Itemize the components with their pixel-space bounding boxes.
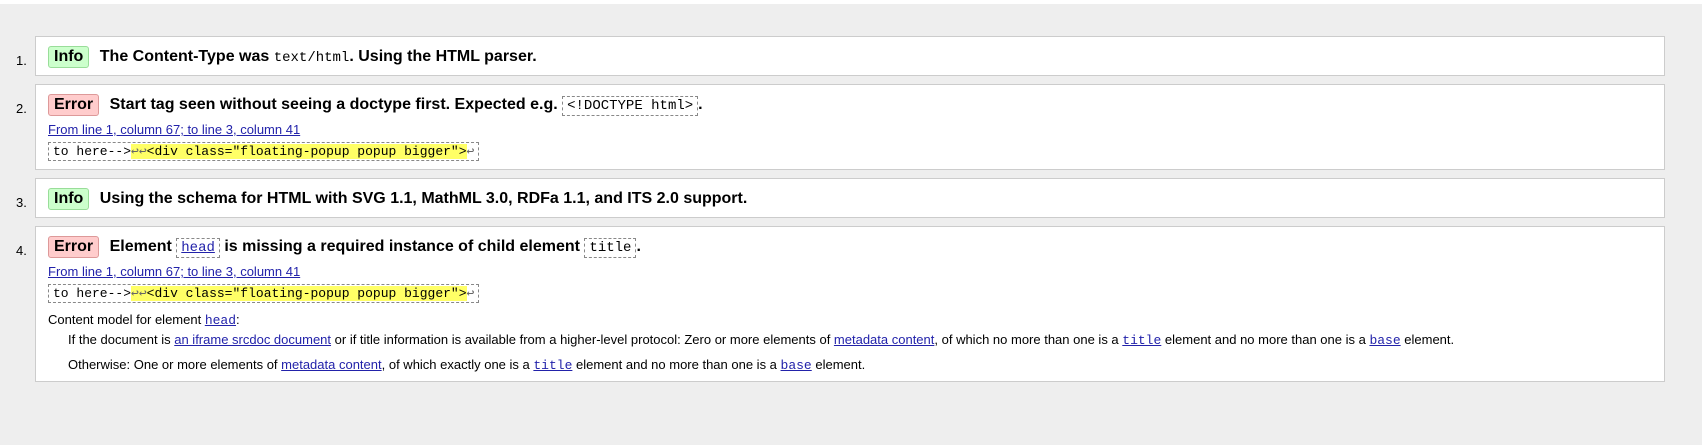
- title-element-link[interactable]: title: [1122, 333, 1161, 348]
- location-link[interactable]: From line 1, column 67; to line 3, colum…: [48, 122, 300, 137]
- message-card: Info The Content-Type was text/html. Usi…: [35, 36, 1665, 76]
- head-spec-link[interactable]: head: [205, 313, 236, 328]
- message-card: Info Using the schema for HTML with SVG …: [35, 178, 1665, 218]
- content-model-line-2: Otherwise: One or more elements of metad…: [68, 357, 866, 373]
- message-number: 4.: [16, 243, 27, 258]
- title-element-link[interactable]: title: [533, 358, 572, 373]
- source-extract: to here-->↩↩<div class="floating-popup p…: [48, 142, 480, 161]
- error-badge: Error: [48, 236, 100, 258]
- message-text: Error Element head is missing a required…: [48, 236, 641, 258]
- content-model-line-1: If the document is an iframe srcdoc docu…: [68, 332, 1455, 348]
- message-text: Info The Content-Type was text/html. Usi…: [48, 46, 537, 68]
- message-text: Error Start tag seen without seeing a do…: [48, 94, 703, 116]
- results-panel: 1. Info The Content-Type was text/html. …: [0, 4, 1702, 445]
- content-model-title: Content model for element head:: [48, 312, 240, 328]
- info-badge: Info: [48, 46, 90, 68]
- head-element-link[interactable]: head: [176, 238, 220, 258]
- base-element-link[interactable]: base: [1369, 333, 1400, 348]
- code-doctype: <!DOCTYPE html>: [562, 96, 699, 116]
- message-number: 3.: [16, 195, 27, 210]
- message-card: Error Start tag seen without seeing a do…: [35, 84, 1665, 170]
- message-text: Info Using the schema for HTML with SVG …: [48, 188, 747, 210]
- message-number: 1.: [16, 53, 27, 68]
- message-card: Error Element head is missing a required…: [35, 226, 1665, 382]
- error-badge: Error: [48, 94, 100, 116]
- base-element-link[interactable]: base: [781, 358, 812, 373]
- code-content-type: text/html: [273, 50, 350, 66]
- info-badge: Info: [48, 188, 90, 210]
- metadata-content-link[interactable]: metadata content: [834, 332, 934, 347]
- message-number: 2.: [16, 101, 27, 116]
- source-extract: to here-->↩↩<div class="floating-popup p…: [48, 284, 480, 303]
- code-title: title: [584, 238, 637, 258]
- iframe-srcdoc-link[interactable]: an iframe srcdoc document: [174, 332, 331, 347]
- location-link[interactable]: From line 1, column 67; to line 3, colum…: [48, 264, 300, 279]
- metadata-content-link[interactable]: metadata content: [281, 357, 381, 372]
